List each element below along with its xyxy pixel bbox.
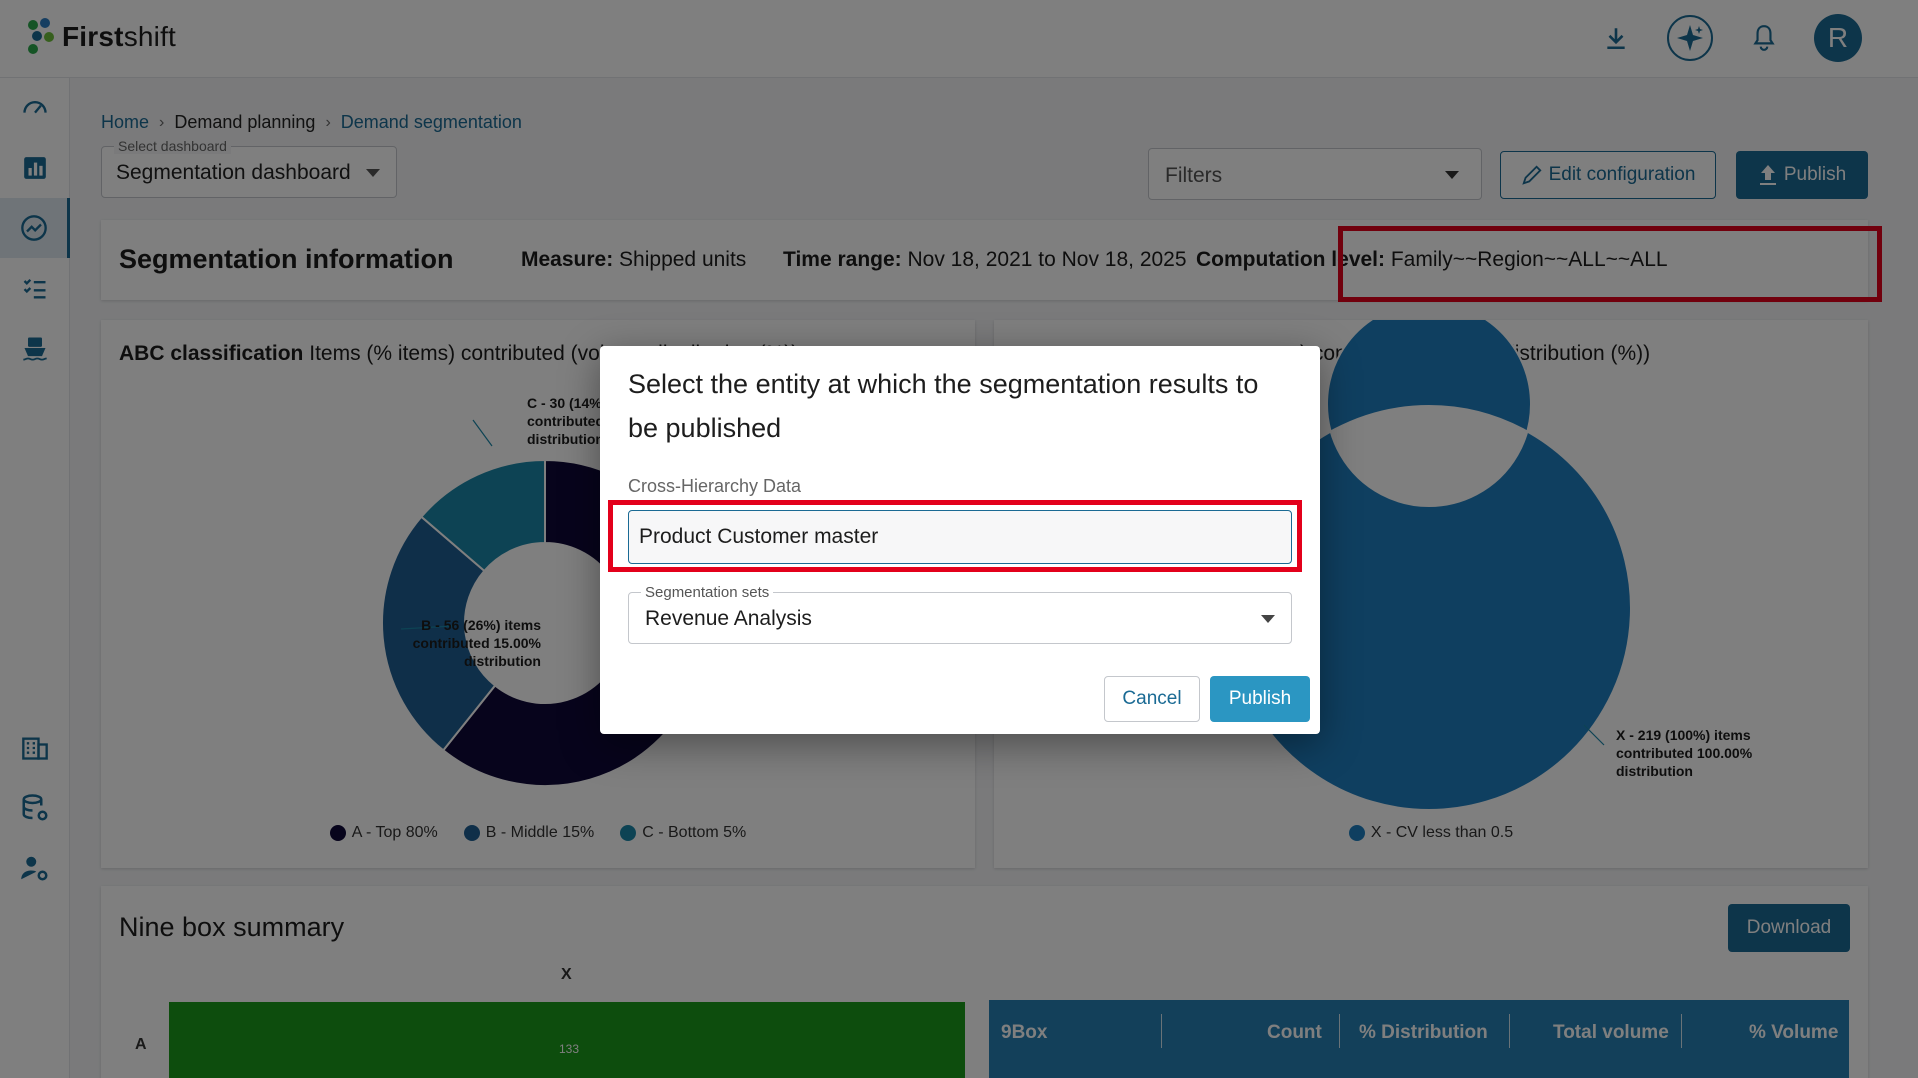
segmentation-sets-value: Revenue Analysis	[645, 607, 812, 630]
dialog-title: Select the entity at which the segmentat…	[628, 369, 1259, 443]
cancel-button[interactable]: Cancel	[1104, 676, 1200, 722]
caret-down-icon	[1261, 615, 1275, 623]
dialog-publish-button[interactable]: Publish	[1210, 676, 1310, 722]
cross-hierarchy-label: Cross-Hierarchy Data	[628, 476, 802, 496]
cross-hierarchy-input[interactable]	[628, 510, 1292, 564]
publish-dialog: Select the entity at which the segmentat…	[600, 346, 1320, 734]
segmentation-sets-select[interactable]: Segmentation sets Revenue Analysis	[628, 584, 1292, 644]
segmentation-sets-label: Segmentation sets	[641, 584, 774, 601]
